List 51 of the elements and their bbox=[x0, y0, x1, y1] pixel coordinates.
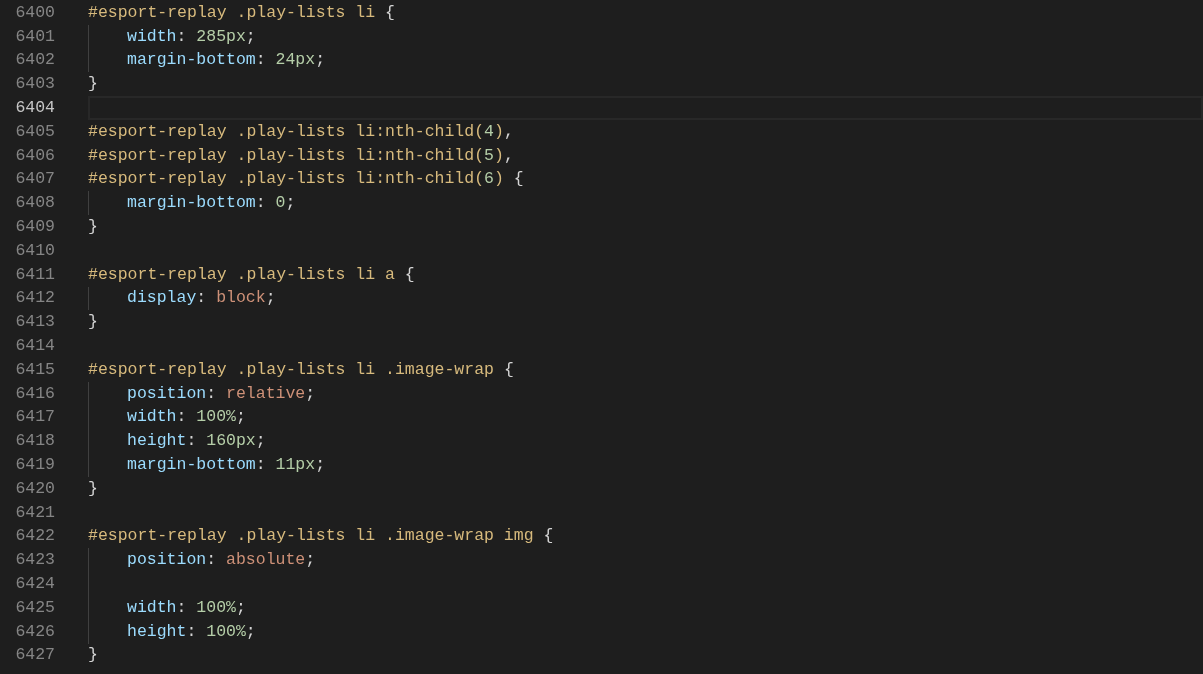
line-number: 6404 bbox=[14, 98, 55, 119]
line-number: 6420 bbox=[14, 478, 55, 499]
code-line: position: absolute; bbox=[127, 550, 316, 571]
code-line: } bbox=[88, 312, 98, 333]
line-number: 6405 bbox=[14, 121, 55, 142]
code-line: #esport-replay .play-lists li { bbox=[88, 2, 395, 23]
line-number: 6425 bbox=[14, 597, 55, 618]
code-line: height: 160px; bbox=[127, 431, 266, 452]
code-line: position: relative; bbox=[127, 383, 316, 404]
line-number: 6417 bbox=[14, 407, 55, 428]
line-number: 6401 bbox=[14, 26, 55, 47]
line-number: 6423 bbox=[14, 550, 55, 571]
line-number: 6419 bbox=[14, 455, 55, 476]
code-line: width: 100%; bbox=[127, 407, 246, 428]
code-line: #esport-replay .play-lists li .image-wrap { bbox=[88, 359, 514, 380]
line-number: 6414 bbox=[14, 336, 55, 357]
line-number: 6416 bbox=[14, 383, 55, 404]
code-line: #esport-replay .play-lists li:nth-child(4), bbox=[88, 121, 514, 142]
line-number: 6411 bbox=[14, 264, 55, 285]
code-line: margin-bottom: 11px; bbox=[127, 455, 326, 476]
code-line: margin-bottom: 0; bbox=[127, 193, 296, 214]
line-number: 6403 bbox=[14, 74, 55, 95]
line-number: 6407 bbox=[14, 169, 55, 190]
code-line: #esport-replay .play-lists li a { bbox=[88, 264, 415, 285]
code-line: #esport-replay .play-lists li .image-wrap img { bbox=[88, 526, 554, 547]
code-line: width: 100%; bbox=[127, 597, 246, 618]
line-number: 6412 bbox=[14, 288, 55, 309]
code-line: margin-bottom: 24px; bbox=[127, 50, 326, 71]
line-number: 6422 bbox=[14, 526, 55, 547]
line-number: 6408 bbox=[14, 193, 55, 214]
line-number: 6400 bbox=[14, 2, 55, 23]
code-line: } bbox=[88, 478, 98, 499]
code-line: } bbox=[88, 217, 98, 238]
line-number: 6413 bbox=[14, 312, 55, 333]
code-line: #esport-replay .play-lists li:nth-child(6) { bbox=[88, 169, 524, 190]
code-line: #esport-replay .play-lists li:nth-child(5), bbox=[88, 145, 514, 166]
code-line: display: block; bbox=[127, 288, 276, 309]
code-line: } bbox=[88, 74, 98, 95]
line-number: 6410 bbox=[14, 240, 55, 261]
line-number: 6406 bbox=[14, 145, 55, 166]
line-number: 6409 bbox=[14, 217, 55, 238]
line-number: 6426 bbox=[14, 621, 55, 642]
line-number: 6418 bbox=[14, 431, 55, 452]
line-number: 6424 bbox=[14, 574, 55, 594]
code-line: height: 100%; bbox=[127, 621, 256, 642]
code-line: } bbox=[88, 645, 98, 666]
code-line: width: 285px; bbox=[127, 26, 256, 47]
line-number: 6415 bbox=[14, 359, 55, 380]
line-number: 6427 bbox=[14, 645, 55, 666]
line-number: 6421 bbox=[14, 502, 55, 523]
line-number: 6402 bbox=[14, 50, 55, 71]
